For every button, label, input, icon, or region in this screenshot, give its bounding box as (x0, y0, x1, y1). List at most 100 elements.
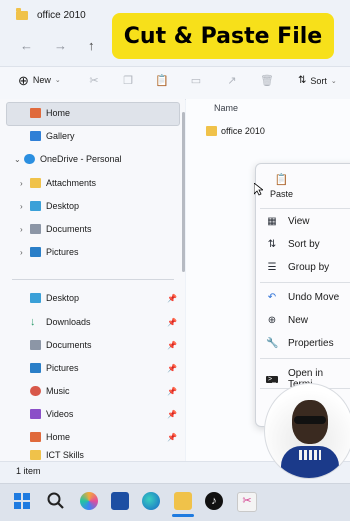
music-icon (30, 386, 41, 396)
menu-item-label: Properties (288, 338, 334, 349)
delete-icon[interactable]: 🗑 (260, 74, 274, 88)
quick-access-pictures[interactable]: Pictures (30, 358, 79, 378)
forward-arrow-icon[interactable]: → (54, 38, 67, 53)
pin-icon[interactable]: 📌 (167, 364, 177, 373)
new-label: New (32, 75, 51, 85)
pin-icon[interactable]: 📌 (167, 433, 177, 442)
home-icon (30, 108, 41, 118)
menu-item-label: Group by (288, 262, 330, 273)
quick-access-ict-skills[interactable]: ICT Skills (30, 450, 84, 461)
pin-icon[interactable]: 📌 (167, 387, 177, 396)
sidebar-item-attachments[interactable]: › Attachments (20, 173, 96, 193)
paste-icon[interactable]: 📋 (155, 74, 169, 88)
desktop-icon (30, 201, 41, 211)
undo-icon: ↶ (267, 292, 277, 303)
menu-item-group-by[interactable]: ☰ Group by (266, 262, 330, 273)
sidebar-item-label: Documents (46, 340, 92, 350)
home-icon (30, 432, 41, 442)
back-arrow-icon[interactable]: ← (20, 38, 33, 53)
sidebar-item-label: ICT Skills (46, 450, 84, 460)
badge-text: Cut & Paste File (123, 23, 323, 49)
pictures-icon (30, 247, 41, 257)
rename-icon[interactable]: ▭ (189, 74, 203, 88)
pictures-icon (30, 363, 41, 373)
edge-icon[interactable] (142, 492, 160, 510)
copilot-icon[interactable] (80, 492, 98, 510)
tiktok-icon[interactable]: ♪ (205, 492, 223, 510)
webcam-overlay (264, 383, 350, 479)
sidebar-item-label: Pictures (46, 363, 79, 373)
videos-icon (30, 409, 41, 419)
menu-item-sort-by[interactable]: ⇅ Sort by (266, 239, 320, 250)
sort-button[interactable]: ⇅ Sort ⌄ (298, 75, 337, 86)
mouse-cursor-icon (254, 183, 263, 196)
menu-item-view[interactable]: ▦ View (266, 216, 310, 227)
sidebar-item-desktop[interactable]: › Desktop (20, 196, 79, 216)
quick-access-documents[interactable]: Documents (30, 335, 92, 355)
quick-access-music[interactable]: Music (30, 381, 70, 401)
sidebar-item-label: Videos (46, 409, 74, 419)
sidebar-item-home[interactable]: Home (30, 103, 70, 123)
documents-icon (30, 224, 41, 234)
new-icon: ⊕ (267, 315, 277, 326)
snipping-tool-icon[interactable]: ✂ (237, 492, 257, 512)
paste-label: Paste (270, 189, 294, 199)
quick-access-desktop[interactable]: Desktop (30, 288, 79, 308)
paste-menu-button[interactable]: 📋 Paste (270, 173, 293, 199)
menu-item-label: Sort by (288, 239, 320, 250)
share-icon[interactable]: ↗ (225, 74, 239, 88)
file-row[interactable]: office 2010 (206, 126, 265, 136)
folder-icon (16, 8, 28, 20)
quick-access-downloads[interactable]: ↓ Downloads (30, 312, 91, 332)
shirt-pattern (299, 450, 321, 460)
plus-icon: ⊕ (18, 72, 29, 88)
sunglasses-icon (294, 416, 326, 424)
group-icon: ☰ (267, 262, 277, 273)
file-explorer-icon[interactable] (174, 492, 192, 510)
sort-icon: ⇅ (267, 239, 277, 250)
chevron-down-icon: ⌄ (14, 154, 21, 164)
sidebar-item-onedrive[interactable]: ⌄ OneDrive - Personal (14, 149, 122, 169)
menu-item-label: View (288, 216, 310, 227)
cut-icon[interactable]: ✂ (87, 74, 101, 88)
sidebar-item-label: Documents (46, 224, 92, 234)
pin-icon[interactable]: 📌 (167, 294, 177, 303)
scrollbar[interactable] (182, 112, 185, 272)
desktop-icon (30, 293, 41, 303)
quick-access-home[interactable]: Home (30, 427, 70, 447)
pin-icon[interactable]: 📌 (167, 341, 177, 350)
pin-icon[interactable]: 📌 (167, 410, 177, 419)
menu-item-new[interactable]: ⊕ New (266, 315, 308, 326)
quick-access-videos[interactable]: Videos (30, 404, 73, 424)
tab-title[interactable]: office 2010 (37, 10, 86, 21)
sidebar-item-gallery[interactable]: Gallery (30, 126, 75, 146)
folder-icon (30, 178, 41, 188)
store-icon[interactable] (111, 492, 129, 510)
copy-icon[interactable]: ❐ (121, 74, 135, 88)
chevron-down-icon: ⌄ (54, 77, 61, 84)
windows-start-icon[interactable] (14, 493, 30, 509)
sidebar-item-documents[interactable]: › Documents (20, 219, 92, 239)
search-icon[interactable] (47, 492, 65, 510)
menu-item-label: Undo Move (288, 292, 340, 303)
divider (12, 279, 174, 280)
menu-item-undo-move[interactable]: ↶ Undo Move (266, 292, 339, 303)
up-arrow-icon[interactable]: ↑ (88, 38, 95, 53)
sidebar-item-label: OneDrive - Personal (40, 154, 122, 164)
file-name: office 2010 (221, 126, 265, 136)
menu-separator (260, 282, 350, 283)
cloud-icon (24, 154, 35, 164)
new-button[interactable]: ⊕ New ⌄ (18, 72, 61, 88)
terminal-icon: >_ (266, 375, 278, 383)
sidebar-item-label: Pictures (46, 247, 79, 257)
sort-label: Sort (310, 75, 327, 86)
pin-icon[interactable]: 📌 (167, 318, 177, 327)
column-header-name[interactable]: Name (214, 103, 238, 113)
menu-item-properties[interactable]: 🔧 Properties (266, 338, 334, 349)
sidebar-item-pictures[interactable]: › Pictures (20, 242, 79, 262)
download-icon: ↓ (30, 316, 36, 328)
sidebar-item-label: Downloads (46, 317, 91, 327)
chevron-right-icon: › (20, 247, 23, 257)
view-icon: ▦ (267, 216, 277, 227)
sidebar-item-label: Home (46, 432, 71, 442)
